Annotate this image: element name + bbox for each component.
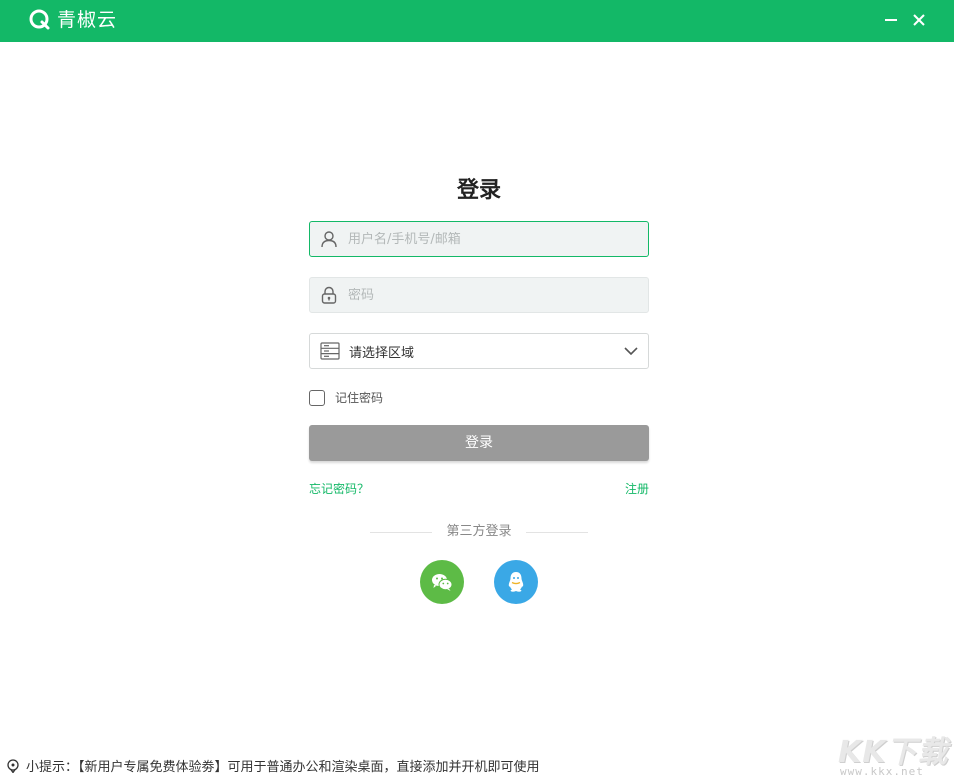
remember-label: 记住密码 (335, 391, 384, 405)
server-icon (320, 342, 340, 360)
app-brand: 青椒云 (28, 6, 117, 34)
user-icon (321, 231, 337, 248)
third-party-divider: 第三方登录 (370, 523, 588, 541)
remember-password[interactable]: 记住密码 (309, 389, 383, 406)
chevron-down-icon (624, 347, 638, 356)
forgot-password-link[interactable]: 忘记密码？ (309, 480, 369, 497)
footer-tip: 小提示：【新用户专属免费体验劵】可用于普通办公和渲染桌面，直接添加并开机即可使用 (6, 756, 540, 775)
login-button[interactable]: 登录 (309, 425, 649, 461)
close-icon (913, 14, 925, 26)
tip-icon (7, 758, 19, 773)
qq-login-button[interactable] (494, 560, 538, 604)
wechat-icon (432, 574, 453, 591)
divider-line-right (526, 532, 588, 533)
qq-icon (508, 572, 524, 592)
wechat-login-button[interactable] (420, 560, 464, 604)
register-link[interactable]: 注册 (625, 480, 649, 497)
close-button[interactable] (904, 6, 934, 34)
watermark: KK下载 www.kkx.net (838, 727, 952, 782)
footer-tip-text: 小提示：【新用户专属免费体验劵】可用于普通办公和渲染桌面，直接添加并开机即可使用 (26, 760, 540, 775)
minimize-button[interactable] (876, 6, 906, 34)
password-input[interactable] (348, 287, 638, 303)
region-select[interactable]: 请选择区域 (309, 333, 649, 369)
minimize-icon (885, 19, 897, 21)
login-title: 登录 (456, 178, 501, 203)
password-field[interactable] (309, 277, 649, 313)
username-input[interactable] (348, 231, 638, 247)
region-select-value: 请选择区域 (349, 345, 415, 361)
remember-checkbox[interactable] (309, 389, 325, 406)
lock-icon (321, 286, 337, 304)
watermark-url: www.kkx.net (840, 765, 924, 778)
app-logo-icon (29, 9, 50, 30)
username-field[interactable] (309, 221, 649, 257)
app-name: 青椒云 (57, 9, 118, 31)
title-bar: 青椒云 (0, 0, 954, 42)
